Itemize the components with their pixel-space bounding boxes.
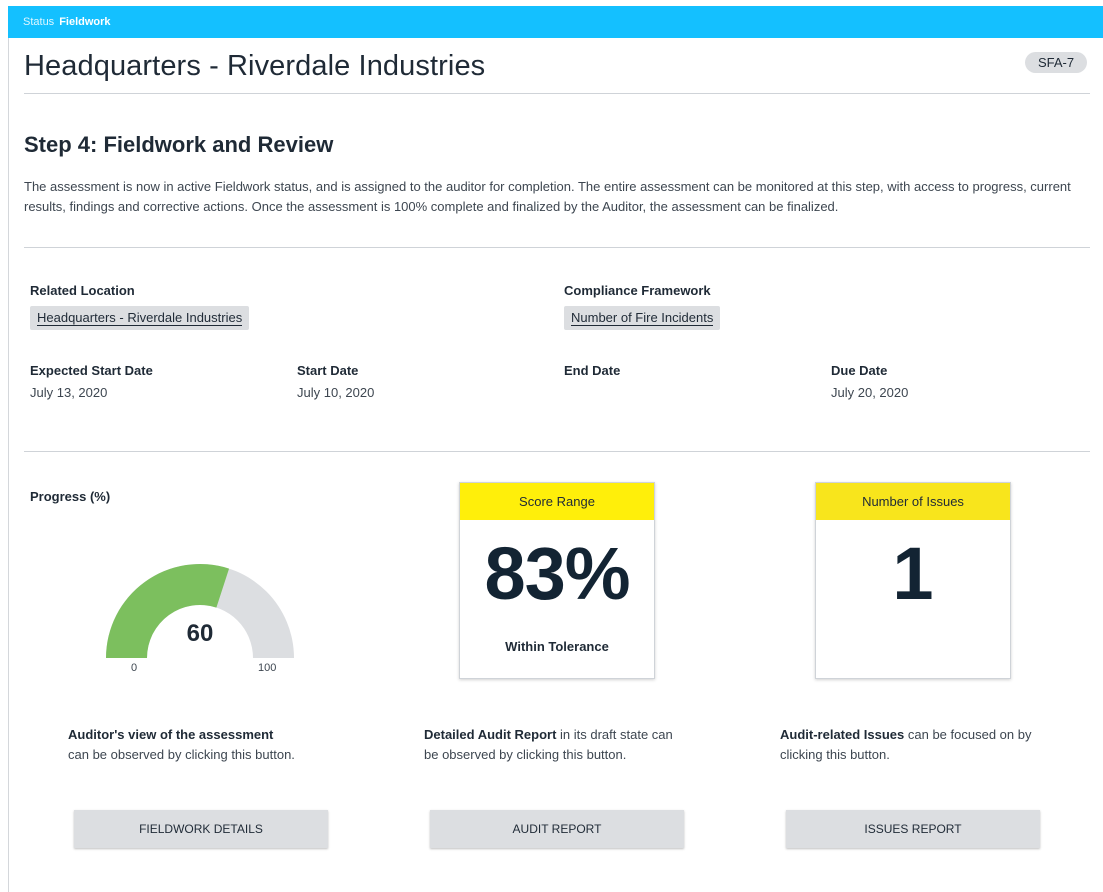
fieldwork-details-button[interactable]: FIELDWORK DETAILS [74,810,328,848]
expected-start-date-label: Expected Start Date [30,363,153,378]
due-date-label: Due Date [831,363,888,378]
status-value: Fieldwork [59,16,111,28]
issues-description: Audit-related Issues can be focused on b… [780,725,1035,765]
divider [24,93,1090,94]
audit-description-bold: Detailed Audit Report [424,727,557,742]
step-description: The assessment is now in active Fieldwor… [24,179,1071,214]
score-range-title: Score Range [460,483,654,520]
start-date-label: Start Date [297,363,359,378]
number-of-issues-value: 1 [892,532,934,615]
status-label: Status [23,16,55,28]
expected-start-date-value: July 13, 2020 [30,385,108,400]
due-date-value: July 20, 2020 [831,385,909,400]
progress-label: Progress (%) [30,489,111,504]
divider [24,247,1090,248]
audit-report-button[interactable]: AUDIT REPORT [430,810,684,848]
score-range-subtitle: Within Tolerance [505,639,609,654]
compliance-framework-link[interactable]: Number of Fire Incidents [564,306,721,330]
divider [24,451,1090,452]
start-date-value: July 10, 2020 [297,385,375,400]
issues-description-bold: Audit-related Issues [780,727,905,742]
progress-gauge: 60 0 100 [100,548,300,678]
audit-description: Detailed Audit Report in its draft state… [424,725,679,765]
page-title: Headquarters - Riverdale Industries [24,50,486,82]
compliance-framework-label: Compliance Framework [564,283,711,298]
score-range-card: Score Range 83% Within Tolerance [459,482,655,679]
related-location-label: Related Location [30,283,135,298]
score-range-value: 83% [484,532,630,615]
record-id-badge: SFA-7 [1025,52,1087,73]
fieldwork-description: Auditor's view of the assessment can be … [68,725,338,765]
progress-value: 60 [186,620,214,647]
number-of-issues-title: Number of Issues [816,483,1010,520]
issues-report-button[interactable]: ISSUES REPORT [786,810,1040,848]
related-location-link[interactable]: Headquarters - Riverdale Industries [30,306,250,330]
fieldwork-description-rest: can be observed by clicking this button. [68,747,295,762]
status-bar: Status Fieldwork [8,6,1103,38]
fieldwork-description-bold: Auditor's view of the assessment [68,727,274,742]
step-heading: Step 4: Fieldwork and Review [24,132,334,157]
gauge-min-label: 0 [131,662,138,674]
related-location-value: Headquarters - Riverdale Industries [37,310,243,326]
gauge-max-label: 100 [258,662,277,674]
end-date-label: End Date [564,363,621,378]
compliance-framework-value: Number of Fire Incidents [571,310,714,326]
number-of-issues-card: Number of Issues 1 [815,482,1011,679]
